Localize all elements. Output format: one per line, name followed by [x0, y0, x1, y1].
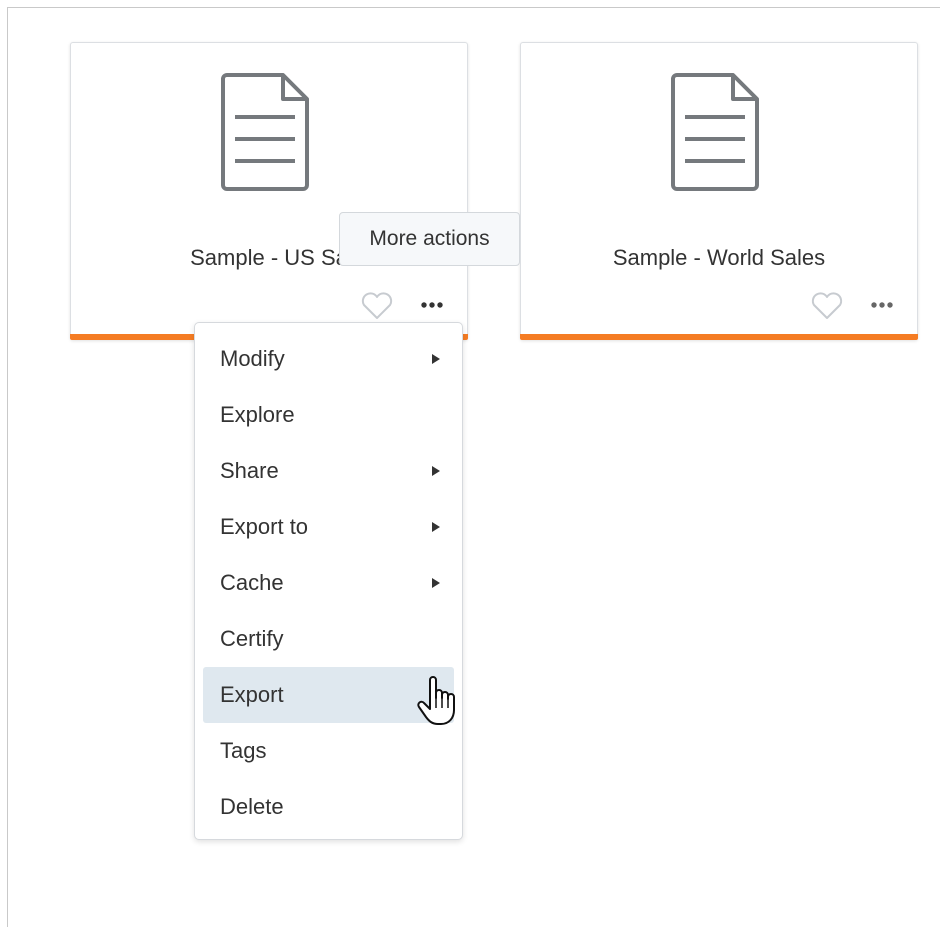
heart-outline-icon[interactable] — [359, 291, 395, 321]
menu-item-cache[interactable]: Cache — [203, 555, 454, 611]
submenu-arrow-icon — [432, 466, 440, 476]
menu-item-label: Certify — [220, 626, 284, 651]
menu-item-label: Tags — [220, 738, 267, 763]
dashboard-card-us-sales[interactable]: Sample - US Sa — [70, 42, 468, 340]
more-horizontal-icon[interactable] — [417, 293, 447, 317]
dashboard-card-world-sales[interactable]: Sample - World Sales — [520, 42, 918, 340]
menu-item-share[interactable]: Share — [203, 443, 454, 499]
menu-item-label: Delete — [220, 794, 284, 819]
menu-item-delete[interactable]: Delete — [203, 779, 454, 835]
menu-item-label: Export to — [220, 514, 309, 539]
document-icon — [221, 73, 309, 191]
menu-item-label: Explore — [220, 402, 295, 427]
hand-pointer-cursor-icon — [417, 676, 455, 725]
menu-item-label: Export — [220, 682, 284, 707]
submenu-arrow-icon — [432, 578, 440, 588]
submenu-arrow-icon — [432, 522, 440, 532]
menu-item-label: Cache — [220, 570, 284, 595]
more-actions-tooltip: More actions — [339, 212, 520, 266]
card-title[interactable]: Sample - World Sales — [521, 245, 917, 271]
menu-item-modify[interactable]: Modify — [203, 331, 454, 387]
card-accent-bar — [520, 334, 918, 340]
menu-item-tags[interactable]: Tags — [203, 723, 454, 779]
submenu-arrow-icon — [432, 354, 440, 364]
more-horizontal-icon[interactable] — [867, 293, 897, 317]
more-actions-menu: Modify Explore Share Export to Cache Cer… — [194, 322, 463, 840]
menu-item-label: Share — [220, 458, 279, 483]
heart-outline-icon[interactable] — [809, 291, 845, 321]
menu-item-certify[interactable]: Certify — [203, 611, 454, 667]
document-icon — [671, 73, 759, 191]
menu-item-explore[interactable]: Explore — [203, 387, 454, 443]
menu-item-export-to[interactable]: Export to — [203, 499, 454, 555]
menu-item-label: Modify — [220, 346, 285, 371]
